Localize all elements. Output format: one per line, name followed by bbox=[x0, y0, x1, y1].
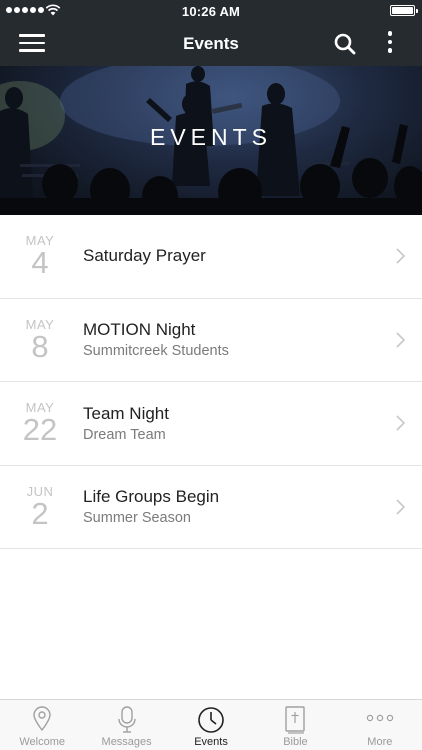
event-list: MAY 4 Saturday Prayer MAY 8 MOTION Night… bbox=[0, 215, 422, 549]
hero-banner: EVENTS bbox=[0, 66, 422, 215]
search-icon[interactable] bbox=[333, 32, 357, 56]
location-pin-icon bbox=[33, 706, 51, 732]
event-subtitle: Summitcreek Students bbox=[83, 343, 229, 360]
tab-label: Messages bbox=[101, 736, 152, 748]
microphone-icon bbox=[117, 706, 136, 733]
event-row[interactable]: MAY 4 Saturday Prayer bbox=[0, 215, 422, 299]
event-day: 2 bbox=[31, 495, 49, 531]
event-title: MOTION Night bbox=[83, 320, 196, 340]
page-title: Events bbox=[183, 34, 239, 53]
chevron-right-icon bbox=[396, 415, 405, 431]
tab-label: Welcome bbox=[19, 736, 66, 748]
event-date: MAY 22 bbox=[10, 400, 70, 445]
event-day: 22 bbox=[22, 412, 58, 447]
navigation-bar: Events bbox=[0, 22, 422, 66]
hero-title: EVENTS bbox=[149, 124, 273, 150]
event-day: 8 bbox=[31, 328, 49, 364]
bible-icon bbox=[285, 706, 306, 734]
event-row[interactable]: MAY 8 MOTION Night Summitcreek Students bbox=[0, 298, 422, 382]
chevron-right-icon bbox=[396, 248, 405, 264]
battery-icon bbox=[390, 5, 418, 16]
status-time: 10:26 AM bbox=[181, 4, 241, 19]
tab-messages[interactable]: Messages bbox=[84, 700, 168, 750]
chevron-right-icon bbox=[396, 331, 405, 348]
tab-label: Events bbox=[194, 736, 228, 748]
clock-icon bbox=[198, 707, 224, 733]
event-row[interactable]: MAY 22 Team Night Dream Team bbox=[0, 382, 422, 466]
tab-label: Bible bbox=[283, 736, 308, 748]
overflow-menu-icon[interactable] bbox=[382, 31, 398, 57]
event-date: MAY 8 bbox=[10, 317, 70, 362]
event-date: JUN 2 bbox=[10, 484, 70, 529]
tab-events[interactable]: Events bbox=[169, 700, 253, 750]
event-title: Team Night bbox=[83, 403, 169, 423]
event-title: Saturday Prayer bbox=[83, 246, 206, 266]
status-bar: 10:26 AM bbox=[0, 0, 422, 22]
tab-bar: Welcome Messages Events Bible More bbox=[0, 699, 422, 750]
more-dots-icon bbox=[366, 714, 394, 722]
tab-welcome[interactable]: Welcome bbox=[0, 700, 84, 750]
tab-bible[interactable]: Bible bbox=[253, 700, 337, 750]
tab-label: More bbox=[367, 736, 393, 748]
chevron-right-icon bbox=[396, 498, 405, 515]
event-title: Life Groups Begin bbox=[83, 487, 220, 507]
event-subtitle: Dream Team bbox=[83, 426, 166, 443]
event-row[interactable]: JUN 2 Life Groups Begin Summer Season bbox=[0, 465, 422, 549]
event-day: 4 bbox=[31, 245, 49, 280]
event-date: MAY 4 bbox=[10, 233, 70, 278]
event-subtitle: Summer Season bbox=[83, 510, 191, 527]
tab-more[interactable]: More bbox=[338, 700, 422, 750]
